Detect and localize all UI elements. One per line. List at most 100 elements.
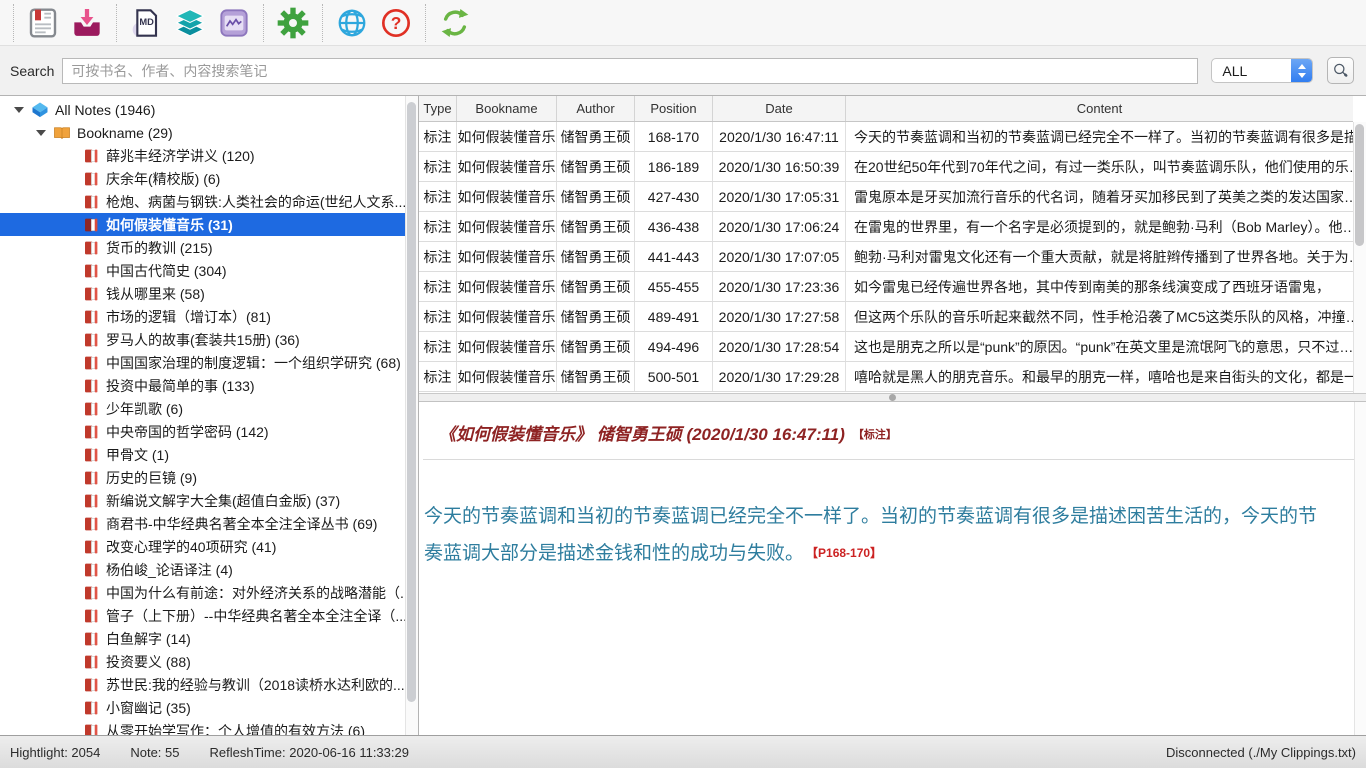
book-icon [82,331,100,349]
refresh-time: RefleshTime: 2020-06-16 11:33:29 [210,745,409,760]
import-button[interactable] [65,2,109,44]
panel-splitter[interactable] [419,393,1366,402]
highlight-count: Hightlight: 2054 [10,745,100,760]
table-row[interactable]: 标注如何假装懂音乐储智勇王硕489-4912020/1/30 17:27:58但… [419,302,1353,332]
help-button[interactable]: ? [374,2,418,44]
cell-date: 2020/1/30 17:07:05 [713,242,846,271]
disclosure-triangle-icon[interactable] [36,130,46,136]
cell-author: 储智勇王硕 [557,212,635,241]
detail-divider [423,459,1362,460]
statistics-button[interactable] [212,2,256,44]
sidebar-item-label: 投资中最简单的事 (133) [106,376,255,396]
sidebar-item-label: 白鱼解字 (14) [106,629,191,649]
gear-icon [277,7,309,39]
sidebar-item-book[interactable]: 改变心理学的40项研究 (41) [0,535,418,558]
table-row[interactable]: 标注如何假装懂音乐储智勇王硕500-5012020/1/30 17:29:28嘻… [419,362,1353,392]
detail-scrollbar-track[interactable] [1354,402,1366,735]
search-button[interactable] [1327,57,1354,84]
cell-position: 186-189 [635,152,713,181]
column-header-type[interactable]: Type [419,96,457,121]
toolbar-separator [322,4,323,42]
column-header-author[interactable]: Author [557,96,635,121]
sidebar-item-all-notes[interactable]: All Notes (1946) [0,98,418,121]
column-header-date[interactable]: Date [713,96,846,121]
column-header-content[interactable]: Content [846,96,1353,121]
sidebar-scrollbar-thumb[interactable] [407,102,416,702]
table-scrollbar-thumb[interactable] [1355,124,1364,246]
cell-content: 这也是朋克之所以是“punk”的原因。“punk”在英文里是流氓阿飞的意思，只不… [846,332,1353,361]
note-detail-title: 《如何假装懂音乐》 储智勇王硕 (2020/1/30 16:47:11)【标注】 [439,420,1340,445]
sidebar-item-book[interactable]: 历史的巨镜 (9) [0,466,418,489]
clippings-button[interactable] [21,2,65,44]
book-icon [82,400,100,418]
cell-position: 494-496 [635,332,713,361]
sidebar-item-book[interactable]: 中国国家治理的制度逻辑：一个组织学研究 (68) [0,351,418,374]
cell-author: 储智勇王硕 [557,332,635,361]
sidebar-item-bookname-group[interactable]: Bookname (29) [0,121,418,144]
cell-bookname: 如何假装懂音乐 [457,272,557,301]
filter-dropdown[interactable]: ALL [1211,58,1313,83]
column-header-position[interactable]: Position [635,96,713,121]
markdown-export-button[interactable]: MD [124,2,168,44]
splitter-handle-icon [889,394,896,401]
table-row[interactable]: 标注如何假装懂音乐储智勇王硕168-1702020/1/30 16:47:11今… [419,122,1353,152]
book-icon [82,170,100,188]
sidebar-item-book[interactable]: 投资中最简单的事 (133) [0,374,418,397]
sidebar-item-book[interactable]: 白鱼解字 (14) [0,627,418,650]
table-row[interactable]: 标注如何假装懂音乐储智勇王硕186-1892020/1/30 16:50:39在… [419,152,1353,182]
table-row[interactable]: 标注如何假装懂音乐储智勇王硕455-4552020/1/30 17:23:36如… [419,272,1353,302]
cell-date: 2020/1/30 17:23:36 [713,272,846,301]
sidebar-item-book[interactable]: 新编说文解字大全集(超值白金版) (37) [0,489,418,512]
sidebar-item-book[interactable]: 中国为什么有前途：对外经济关系的战略潜能（... [0,581,418,604]
column-header-bookname[interactable]: Bookname [457,96,557,121]
sidebar-item-book[interactable]: 货币的教训 (215) [0,236,418,259]
sidebar-scrollbar-track[interactable] [405,96,418,735]
cell-content: 在雷鬼的世界里，有一个名字是必须提到的，就是鲍勃·马利（Bob Marley）。… [846,212,1353,241]
cell-content: 鲍勃·马利对雷鬼文化还有一个重大贡献，就是将脏辫传播到了世界各地。关于为… [846,242,1353,271]
search-input[interactable] [62,58,1198,84]
settings-button[interactable] [271,2,315,44]
sidebar-item-book[interactable]: 钱从哪里来 (58) [0,282,418,305]
book-icon [82,722,100,736]
sidebar-item-book[interactable]: 苏世民:我的经验与教训（2018读桥水达利欧的... [0,673,418,696]
table-row[interactable]: 标注如何假装懂音乐储智勇王硕427-4302020/1/30 17:05:31雷… [419,182,1353,212]
sidebar-item-book[interactable]: 甲骨文 (1) [0,443,418,466]
refresh-button[interactable] [433,2,477,44]
sidebar-item-book[interactable]: 薛兆丰经济学讲义 (120) [0,144,418,167]
book-icon [82,216,100,234]
sidebar-item-book[interactable]: 枪炮、病菌与钢铁:人类社会的命运(世纪人文系... [0,190,418,213]
sidebar-item-book[interactable]: 投资要义 (88) [0,650,418,673]
sidebar-item-book[interactable]: 管子（上下册）--中华经典名著全本全注全译（... [0,604,418,627]
cell-bookname: 如何假装懂音乐 [457,242,557,271]
sidebar-item-book[interactable]: 中央帝国的哲学密码 (142) [0,420,418,443]
table-scrollbar-track[interactable] [1353,122,1366,393]
sidebar-item-book[interactable]: 庆余年(精校版) (6) [0,167,418,190]
cell-bookname: 如何假装懂音乐 [457,212,557,241]
book-icon [82,446,100,464]
sidebar-item-book-selected[interactable]: 如何假装懂音乐 (31) [0,213,418,236]
table-row[interactable]: 标注如何假装懂音乐储智勇王硕494-4962020/1/30 17:28:54这… [419,332,1353,362]
cell-type: 标注 [419,212,457,241]
sidebar-item-book[interactable]: 从零开始学写作：个人增值的有效方法 (6) [0,719,418,735]
cell-author: 储智勇王硕 [557,182,635,211]
sidebar-item-book[interactable]: 中国古代简史 (304) [0,259,418,282]
table-row[interactable]: 标注如何假装懂音乐储智勇王硕436-4382020/1/30 17:06:24在… [419,212,1353,242]
refresh-icon [439,7,471,39]
sidebar-item-book[interactable]: 小窗幽记 (35) [0,696,418,719]
sidebar-item-book[interactable]: 罗马人的故事(套装共15册) (36) [0,328,418,351]
toolbar-separator [13,4,14,42]
sidebar-item-book[interactable]: 市场的逻辑（增订本）(81) [0,305,418,328]
sidebar-item-label: 小窗幽记 (35) [106,698,191,718]
cell-bookname: 如何假装懂音乐 [457,152,557,181]
search-bar: Search ALL [0,46,1366,95]
disclosure-triangle-icon[interactable] [14,107,24,113]
sidebar-item-book[interactable]: 少年凯歌 (6) [0,397,418,420]
sidebar-item-book[interactable]: 杨伯峻_论语译注 (4) [0,558,418,581]
sidebar-item-book[interactable]: 商君书-中华经典名著全本全注全译丛书 (69) [0,512,418,535]
table-row[interactable]: 标注如何假装懂音乐储智勇王硕441-4432020/1/30 17:07:05鲍… [419,242,1353,272]
markdown-export-icon: MD [130,7,162,39]
book-icon [82,262,100,280]
layers-button[interactable] [168,2,212,44]
website-button[interactable] [330,2,374,44]
sidebar-item-label: 中央帝国的哲学密码 (142) [106,422,269,442]
